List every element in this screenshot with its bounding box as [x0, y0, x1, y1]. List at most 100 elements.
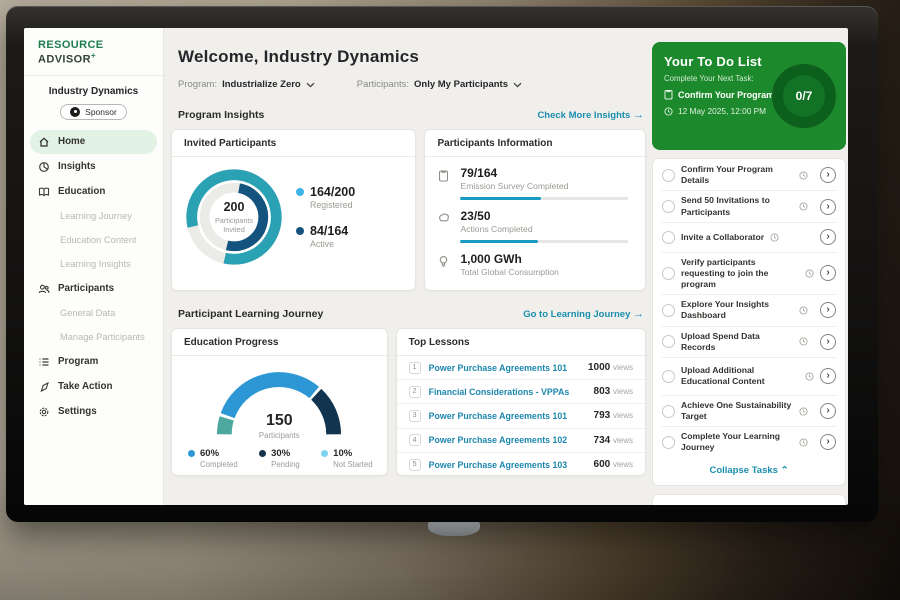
logo-text-secondary: ADVISOR	[38, 54, 91, 66]
task-row[interactable]: Achieve One Sustainability Target ›	[662, 395, 836, 426]
chevron-right-icon[interactable]: ›	[820, 265, 836, 281]
sidebar-item-insights[interactable]: Insights	[30, 155, 157, 179]
app-logo: RESOURCE ADVISOR+	[24, 28, 163, 76]
task-checkbox[interactable]	[662, 405, 675, 418]
chevron-right-icon[interactable]: ›	[820, 199, 836, 215]
task-row[interactable]: Confirm Your Program Details ›	[662, 160, 836, 190]
views-suffix: views	[613, 436, 633, 445]
clock-icon	[799, 438, 808, 447]
legend-value: 164/200	[310, 185, 355, 199]
donut-center-label: Participants Invited	[205, 216, 263, 234]
program-insights-title: Program Insights	[178, 109, 264, 121]
sidebar-item-label: Manage Participants	[60, 332, 145, 342]
check-more-insights-link[interactable]: Check More Insights →	[537, 109, 644, 121]
program-filter-value: Industrialize Zero	[222, 79, 301, 90]
task-row[interactable]: Upload Spend Data Records ›	[662, 326, 836, 357]
lesson-title-link[interactable]: Power Purchase Agreements 102	[429, 435, 586, 445]
lesson-views: 803	[594, 386, 611, 397]
card-title: Education Progress	[172, 329, 387, 356]
task-label: Upload Spend Data Records	[681, 331, 793, 353]
collapse-tasks-link[interactable]: Collapse Tasks ⌃	[662, 458, 836, 481]
lesson-title-link[interactable]: Power Purchase Agreements 101	[429, 411, 586, 421]
take-action-icon	[38, 381, 50, 393]
program-filter-label: Program:	[178, 79, 217, 90]
invited-donut-chart: 200 Participants Invited	[182, 165, 286, 269]
gear-icon	[38, 406, 50, 418]
task-checkbox[interactable]	[662, 267, 675, 280]
lesson-rank: 5	[409, 459, 421, 471]
lesson-rank: 4	[409, 434, 421, 446]
sidebar-item-education-content[interactable]: Education Content	[30, 229, 157, 252]
lesson-views: 793	[594, 410, 611, 421]
legend-value: 30%	[271, 448, 300, 459]
lesson-rank: 1	[409, 362, 421, 374]
task-checkbox[interactable]	[662, 231, 675, 244]
book-icon	[38, 186, 50, 198]
legend-dot	[296, 188, 304, 196]
task-row[interactable]: Send 50 Invitations to Participants ›	[662, 190, 836, 221]
task-row[interactable]: Invite a Collaborator ›	[662, 222, 836, 252]
chevron-right-icon[interactable]: ›	[820, 167, 836, 183]
sidebar-item-take-action[interactable]: Take Action	[30, 375, 157, 399]
chevron-right-icon[interactable]: ›	[820, 334, 836, 350]
participants-icon	[38, 283, 50, 295]
sidebar-item-education[interactable]: Education	[30, 180, 157, 204]
task-checkbox[interactable]	[662, 436, 675, 449]
task-row[interactable]: Verify participants requesting to join t…	[662, 252, 836, 295]
arrow-right-icon: →	[633, 109, 644, 121]
sidebar-item-label: Take Action	[58, 381, 112, 392]
task-checkbox[interactable]	[662, 200, 675, 213]
collapse-label: Collapse Tasks	[709, 465, 777, 476]
chevron-down-icon	[513, 82, 522, 88]
legend-label: Not Started	[333, 460, 372, 469]
task-checkbox[interactable]	[662, 169, 675, 182]
sidebar-item-learning-journey[interactable]: Learning Journey	[30, 205, 157, 228]
lesson-title-link[interactable]: Power Purchase Agreements 101	[429, 363, 580, 373]
list-icon	[38, 356, 50, 368]
task-label: Verify participants requesting to join t…	[681, 257, 793, 291]
sidebar-item-settings[interactable]: Settings	[30, 400, 157, 424]
sidebar-item-manage-participants[interactable]: Manage Participants	[30, 326, 157, 349]
task-checkbox[interactable]	[662, 370, 675, 383]
page-title: Welcome, Industry Dynamics	[178, 47, 646, 67]
learning-journey-title: Participant Learning Journey	[178, 308, 323, 320]
task-checkbox[interactable]	[662, 335, 675, 348]
task-row[interactable]: Upload Additional Educational Content ›	[662, 357, 836, 395]
chevron-right-icon[interactable]: ›	[820, 229, 836, 245]
card-title: Invited Participants	[172, 130, 415, 157]
monitor-bezel: RESOURCE ADVISOR+ Industry Dynamics Spon…	[6, 6, 878, 522]
info-row-consumption: 1,000 GWh Total Global Consumption	[425, 243, 645, 277]
participants-filter[interactable]: Participants: Only My Participants	[357, 79, 522, 90]
views-suffix: views	[613, 387, 633, 396]
chevron-right-icon[interactable]: ›	[820, 403, 836, 419]
legend-dot	[321, 450, 328, 457]
clipboard-icon	[438, 169, 449, 182]
go-to-learning-journey-link[interactable]: Go to Learning Journey →	[523, 308, 644, 320]
todo-progress-ring: 0/7	[772, 64, 836, 128]
sidebar-item-label: Home	[58, 136, 85, 147]
todo-summary-card: Your To Do List Complete Your Next Task:…	[652, 42, 846, 150]
task-checkbox[interactable]	[662, 304, 675, 317]
lesson-views: 600	[594, 459, 611, 470]
chevron-right-icon[interactable]: ›	[820, 302, 836, 318]
sidebar-item-general-data[interactable]: General Data	[30, 302, 157, 325]
legend-label: Registered	[310, 200, 355, 210]
clock-icon	[799, 407, 808, 416]
info-value: 1,000 GWh	[460, 252, 558, 266]
task-row[interactable]: Complete Your Learning Journey ›	[662, 426, 836, 457]
task-row[interactable]: Explore Your Insights Dashboard ›	[662, 294, 836, 325]
chevron-right-icon[interactable]: ›	[820, 368, 836, 384]
legend-label: Active	[310, 239, 348, 249]
chevron-right-icon[interactable]: ›	[820, 434, 836, 450]
program-filter[interactable]: Program: Industrialize Zero	[178, 79, 315, 90]
legend-item-completed: 60% Completed	[188, 448, 238, 469]
lesson-title-link[interactable]: Financial Considerations - VPPAs	[429, 387, 586, 397]
sidebar-item-learning-insights[interactable]: Learning Insights	[30, 253, 157, 276]
sidebar-item-home[interactable]: Home	[30, 130, 157, 154]
sponsor-badge: Sponsor	[60, 104, 127, 120]
todo-datetime: 12 May 2025, 12:00 PM	[678, 106, 766, 116]
lesson-title-link[interactable]: Power Purchase Agreements 103	[429, 460, 586, 470]
legend-value: 60%	[200, 448, 238, 459]
sidebar-item-program[interactable]: Program	[30, 350, 157, 374]
sidebar-item-participants[interactable]: Participants	[30, 277, 157, 301]
